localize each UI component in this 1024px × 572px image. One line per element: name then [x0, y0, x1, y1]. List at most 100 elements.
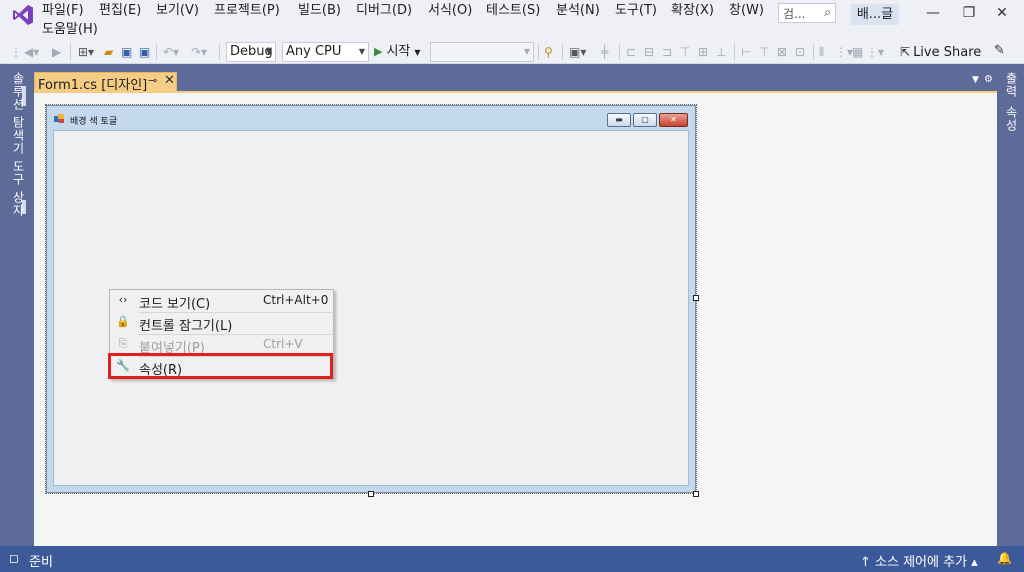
- share-icon: ⇱: [900, 45, 911, 59]
- toolbar-separator: [619, 44, 620, 60]
- play-icon: ▶: [374, 45, 383, 58]
- menu-analyze[interactable]: 분석(N): [556, 2, 600, 19]
- form-app-icon: [54, 114, 64, 123]
- menu-tools[interactable]: 도구(T): [615, 2, 657, 19]
- toolbar-separator: [219, 44, 220, 60]
- send-to-back-icon[interactable]: ⋮▾: [866, 43, 884, 61]
- menu-project[interactable]: 프로젝트(P): [214, 2, 280, 19]
- platform-value: Any CPU: [286, 44, 342, 59]
- back-icon[interactable]: ◀▾: [24, 43, 39, 61]
- start-debugging-button[interactable]: ▶ 시작 ▼: [374, 43, 421, 61]
- add-to-source-control-button[interactable]: ↑ 소스 제어에 추가 ▴: [860, 551, 978, 570]
- close-tab-icon[interactable]: ✕: [164, 73, 175, 88]
- solution-explorer-tab[interactable]: 솔루션 탐색기: [10, 72, 27, 155]
- code-icon: ‹›: [118, 293, 128, 306]
- form-minimize-button[interactable]: ▬: [607, 113, 631, 127]
- align-bottoms-icon[interactable]: ⊥: [716, 43, 726, 61]
- new-project-icon[interactable]: ⊞▾: [78, 43, 94, 61]
- menu-format[interactable]: 서식(O): [428, 2, 472, 19]
- tab-form1-designer[interactable]: Form1.cs [디자인] ⊸ ✕: [34, 72, 177, 93]
- menu-help[interactable]: 도움말(H): [42, 21, 98, 38]
- resize-handle-bottom[interactable]: [368, 491, 374, 497]
- make-same-size-icon[interactable]: ⊠: [777, 43, 787, 61]
- menu-build[interactable]: 빌드(B): [298, 2, 341, 19]
- make-same-height-icon[interactable]: ⊤: [759, 43, 769, 61]
- minimize-button[interactable]: —: [918, 2, 948, 24]
- status-text: 준비: [29, 555, 53, 570]
- menu-window[interactable]: 창(W): [729, 2, 764, 19]
- chevron-down-icon: ▼: [523, 47, 530, 56]
- search-input[interactable]: 검... ⌕: [778, 3, 836, 23]
- toolbar-separator: [70, 44, 71, 60]
- close-window-button[interactable]: ✕: [987, 2, 1017, 24]
- screenshot-icon[interactable]: ▣▾: [569, 43, 586, 61]
- menu-edit[interactable]: 편집(E): [99, 2, 141, 19]
- redo-icon[interactable]: ↷▾: [191, 43, 207, 61]
- menu-item-shortcut: Ctrl+Alt+0: [263, 293, 329, 307]
- toolbar-separator: [562, 44, 563, 60]
- resize-handle-bottom-right[interactable]: [693, 491, 699, 497]
- search-placeholder: 검...: [783, 7, 806, 21]
- search-icon: ⌕: [824, 5, 831, 19]
- size-to-grid-icon[interactable]: ⊡: [795, 43, 805, 61]
- live-share-button[interactable]: ⇱ Live Share: [900, 43, 981, 62]
- make-same-width-icon[interactable]: ⊢: [741, 43, 751, 61]
- find-in-files-icon[interactable]: ⚲: [544, 43, 553, 61]
- restore-button[interactable]: ❐: [954, 2, 984, 24]
- tab-overflow-icon[interactable]: ▼: [972, 75, 979, 85]
- designed-form-title: 배경 색 토글: [70, 117, 118, 127]
- horizontal-spacing-icon[interactable]: ⫴: [819, 43, 824, 61]
- menu-file[interactable]: 파일(F): [42, 2, 84, 19]
- toolbar-separator: [813, 44, 814, 60]
- pin-icon[interactable]: ⊸: [148, 74, 157, 87]
- source-control-label: 소스 제어에 추가: [875, 555, 968, 570]
- status-bar: ◻ 준비 ↑ 소스 제어에 추가 ▴ 🔔: [0, 546, 1024, 572]
- output-tab[interactable]: 출력: [1003, 72, 1020, 98]
- form-maximize-button[interactable]: ▢: [633, 113, 657, 127]
- menu-test[interactable]: 테스트(S): [486, 2, 540, 19]
- resize-handle-right[interactable]: [693, 295, 699, 301]
- chevron-down-icon: ▼: [414, 48, 421, 57]
- menu-item-view-code[interactable]: ‹› 코드 보기(C) Ctrl+Alt+0: [110, 290, 333, 312]
- save-icon[interactable]: ▣: [121, 43, 132, 61]
- vertical-spacing-icon[interactable]: ⋮▾: [835, 43, 853, 61]
- align-middles-icon[interactable]: ⊞: [698, 43, 708, 61]
- chevron-down-icon: ▼: [358, 47, 365, 56]
- align-to-grid-icon[interactable]: ╪: [601, 43, 608, 61]
- configuration-dropdown[interactable]: Debug ▼: [226, 42, 276, 62]
- toolbar-grip-icon: ⋮: [10, 45, 22, 59]
- toolbar-separator: [538, 44, 539, 60]
- menu-item-lock-controls[interactable]: 🔒 컨트롤 잠그기(L): [110, 312, 333, 334]
- status-window-icon: ◻: [9, 551, 19, 565]
- menu-debug[interactable]: 디버그(D): [356, 2, 412, 19]
- form-close-button[interactable]: ✕: [659, 113, 688, 127]
- gear-icon[interactable]: ⚙: [984, 74, 993, 85]
- menu-view[interactable]: 보기(V): [156, 2, 199, 19]
- standard-toolbar: ⋮ ◀▾ ▶ ⊞▾ ▰ ▣ ▣ ↶▾ ↷▾ Debug ▼ Any CPU ▼ ▶ 시…: [0, 40, 1024, 64]
- align-tops-icon[interactable]: ⊤: [680, 43, 690, 61]
- toolbox-tab[interactable]: 도구 상자: [10, 160, 27, 217]
- paste-icon: ⎘: [118, 337, 128, 350]
- properties-tab[interactable]: 속성: [1003, 106, 1020, 132]
- align-lefts-icon[interactable]: ⊏: [626, 43, 636, 61]
- solution-name-badge[interactable]: 배...글: [851, 4, 899, 25]
- feedback-icon[interactable]: ✎: [994, 43, 1005, 58]
- open-folder-icon[interactable]: ▰: [104, 43, 113, 61]
- undo-icon[interactable]: ↶▾: [163, 43, 179, 61]
- forward-icon[interactable]: ▶: [52, 43, 61, 61]
- align-centers-icon[interactable]: ⊟: [644, 43, 654, 61]
- menu-extensions[interactable]: 확장(X): [671, 2, 714, 19]
- startup-item-dropdown[interactable]: ▼: [430, 42, 534, 62]
- chevron-down-icon: ▼: [265, 47, 272, 56]
- menu-item-label: 코드 보기(C): [139, 297, 211, 312]
- platform-dropdown[interactable]: Any CPU ▼: [282, 42, 369, 62]
- align-rights-icon[interactable]: ⊐: [662, 43, 672, 61]
- notification-bell-icon[interactable]: 🔔: [997, 551, 1012, 565]
- bring-to-front-icon[interactable]: ▦: [852, 43, 863, 61]
- save-all-icon[interactable]: ▣: [139, 43, 150, 61]
- start-label: 시작: [386, 44, 411, 59]
- visual-studio-logo-icon[interactable]: [11, 3, 35, 27]
- live-share-label: Live Share: [913, 45, 982, 60]
- lock-icon: 🔒: [116, 315, 130, 328]
- highlight-box: [108, 353, 333, 379]
